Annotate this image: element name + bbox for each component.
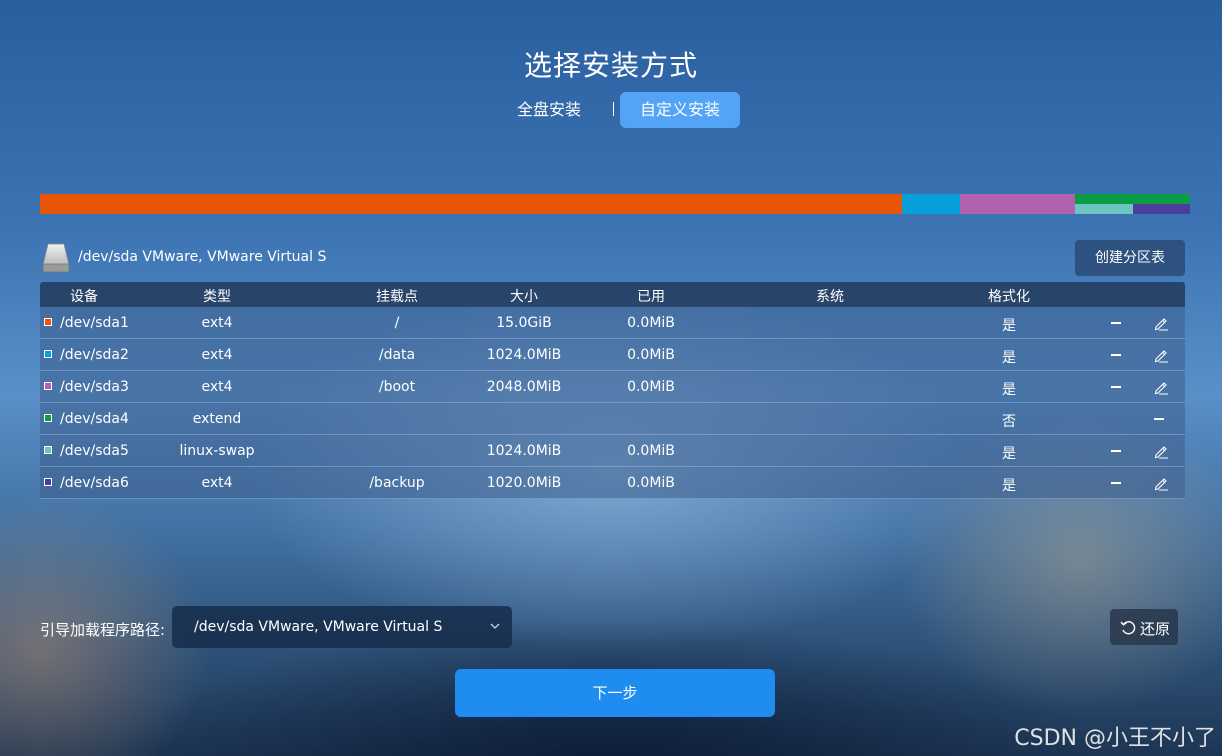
disk-bar-segment-sda2 [902,194,960,214]
tab-divider [613,102,614,116]
edit-partition-icon[interactable] [1153,475,1169,491]
install-mode-tabs: 全盘安装 自定义安装 [0,92,1222,128]
cell-device: /dev/sda5 [60,443,129,459]
bootloader-path-label: 引导加载程序路径: [40,621,166,639]
delete-partition-icon[interactable] [1111,386,1121,388]
restore-label: 还原 [1140,620,1171,638]
watermark: CSDN @小王不小了 [1014,726,1216,751]
cell-device: /dev/sda3 [60,379,129,395]
column-header-format: 格式化 [988,289,1030,305]
delete-partition-icon[interactable] [1111,322,1121,324]
table-row[interactable]: /dev/sda5 linux-swap 1024.0MiB 0.0MiB 是 [40,435,1185,467]
cell-device: /dev/sda6 [60,475,129,491]
edit-partition-icon[interactable] [1153,443,1169,459]
chevron-down-icon [490,623,500,629]
cell-device: /dev/sda4 [60,411,129,427]
table-row[interactable]: /dev/sda6 ext4/backup 1020.0MiB 0.0MiB 是 [40,467,1185,499]
cell-format: 是 [1002,350,1016,366]
cell-type: ext4 [201,347,233,363]
column-header-mount: 挂载点 [376,289,418,305]
disk-label: /dev/sda VMware, VMware Virtual S [78,249,327,265]
edit-partition-icon[interactable] [1153,315,1169,331]
table-row[interactable]: /dev/sda2 ext4/data 1024.0MiB 0.0MiB 是 [40,339,1185,371]
next-step-button[interactable]: 下一步 [455,669,775,717]
delete-partition-icon[interactable] [1111,482,1121,484]
cell-format: 是 [1002,318,1016,334]
table-row[interactable]: /dev/sda1 ext4 / 15.0GiB 0.0MiB 是 [40,307,1185,339]
cell-size: 1024.0MiB [486,443,562,459]
cell-used: 0.0MiB [627,443,675,459]
undo-icon [1120,621,1136,635]
cell-mount: /backup [369,475,425,491]
partition-color-swatch [44,446,52,454]
cell-mount: /boot [378,379,416,395]
cell-type: ext4 [201,315,233,331]
cell-size: 15.0GiB [496,315,552,331]
disk-bar-segment-sda5 [1075,204,1133,214]
disk-bar-segment-sda1 [40,194,902,214]
edit-partition-icon[interactable] [1153,347,1169,363]
bootloader-path-select[interactable]: /dev/sda VMware, VMware Virtual S [172,606,512,648]
cell-used: 0.0MiB [627,347,675,363]
cell-type: extend [192,411,242,427]
cell-type: ext4 [201,475,233,491]
cell-format: 是 [1002,478,1016,494]
partition-table: 设备 类型 挂载点 大小 已用 系统 格式化 /dev/sda1 ext4 / 15.… [40,282,1185,499]
disk-bar-segment-sda4 [1075,194,1190,204]
tab-full-disk-install[interactable]: 全盘安装 [500,92,598,128]
partition-color-swatch [44,350,52,358]
table-row[interactable]: /dev/sda4 extend 否 [40,403,1185,435]
delete-partition-icon[interactable] [1111,450,1121,452]
edit-partition-icon[interactable] [1153,379,1169,395]
bootloader-path-value: /dev/sda VMware, VMware Virtual S [194,619,443,635]
cell-size: 1024.0MiB [486,347,562,363]
cell-type: linux-swap [179,443,255,459]
cell-used: 0.0MiB [627,475,675,491]
disk-bar-segment-sda3 [960,194,1075,214]
cell-format: 是 [1002,446,1016,462]
cell-used: 0.0MiB [627,315,675,331]
hard-disk-icon [42,243,70,273]
disk-header: /dev/sda VMware, VMware Virtual S 创建分区表 [40,240,1185,276]
column-header-device: 设备 [70,289,98,305]
cell-mount: /data [378,347,416,363]
cell-device: /dev/sda1 [60,315,129,331]
cell-size: 2048.0MiB [486,379,562,395]
page-title: 选择安装方式 [523,49,698,82]
table-header: 设备 类型 挂载点 大小 已用 系统 格式化 [40,282,1185,307]
cell-size: 1020.0MiB [486,475,562,491]
cell-type: ext4 [201,379,233,395]
delete-partition-icon[interactable] [1111,354,1121,356]
column-header-type: 类型 [203,289,231,305]
partition-color-swatch [44,318,52,326]
cell-format: 是 [1002,382,1016,398]
restore-button[interactable]: 还原 [1110,609,1178,645]
table-row[interactable]: /dev/sda3 ext4/boot 2048.0MiB 0.0MiB 是 [40,371,1185,403]
tab-custom-install[interactable]: 自定义安装 [620,92,740,128]
delete-partition-icon[interactable] [1154,418,1164,420]
disk-usage-bar [40,194,1190,214]
partition-color-swatch [44,382,52,390]
cell-mount: / [394,315,400,331]
create-partition-table-button[interactable]: 创建分区表 [1075,240,1185,276]
column-header-size: 大小 [510,289,538,305]
column-header-system: 系统 [816,289,844,305]
partition-color-swatch [44,414,52,422]
cell-device: /dev/sda2 [60,347,129,363]
cell-used: 0.0MiB [627,379,675,395]
disk-bar-segment-sda6 [1133,204,1190,214]
partition-color-swatch [44,478,52,486]
column-header-used: 已用 [637,289,665,305]
cell-format: 否 [1002,414,1016,430]
